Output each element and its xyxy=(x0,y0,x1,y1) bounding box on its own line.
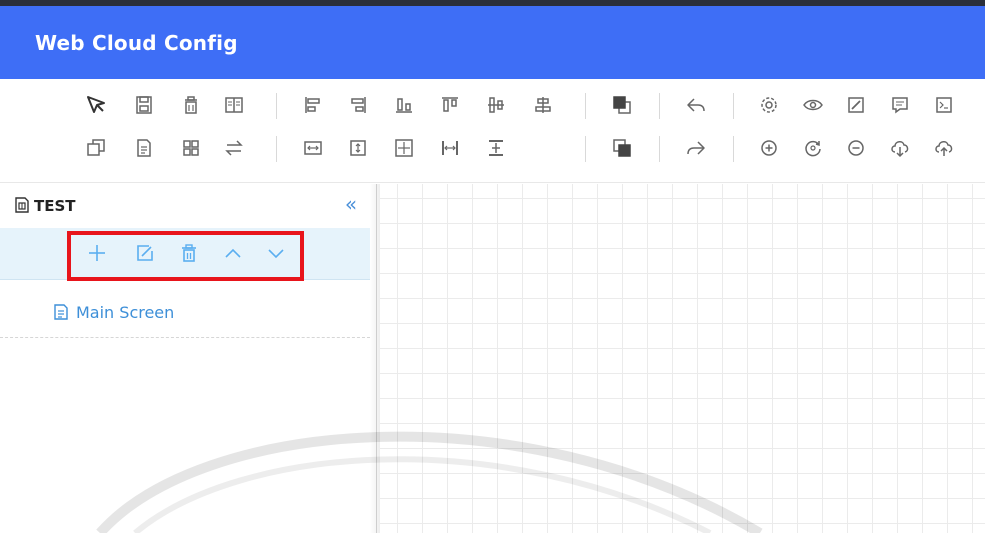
redo-icon[interactable] xyxy=(683,135,709,161)
screen-document-icon xyxy=(53,304,69,320)
sidebar-divider-shadow xyxy=(370,184,380,533)
highlight-box xyxy=(67,231,304,281)
send-to-back-icon[interactable] xyxy=(609,135,635,161)
book-icon[interactable] xyxy=(221,92,247,118)
distribute-vertical-icon[interactable] xyxy=(483,135,509,161)
align-right-icon[interactable] xyxy=(345,92,371,118)
toolbar xyxy=(0,79,985,183)
zoom-in-icon[interactable] xyxy=(756,135,782,161)
comment-icon[interactable] xyxy=(887,92,913,118)
align-top-icon[interactable] xyxy=(437,92,463,118)
settings-icon[interactable] xyxy=(756,92,782,118)
project-file-icon xyxy=(14,197,30,213)
undo-icon[interactable] xyxy=(683,92,709,118)
edit-icon[interactable] xyxy=(843,92,869,118)
project-name: TEST xyxy=(34,197,76,215)
swap-icon[interactable] xyxy=(221,135,247,161)
list-item-main-screen[interactable]: Main Screen xyxy=(0,294,370,338)
download-cloud-icon[interactable] xyxy=(887,135,913,161)
preview-eye-icon[interactable] xyxy=(800,92,826,118)
toolbar-divider xyxy=(276,136,277,162)
zoom-out-icon[interactable] xyxy=(843,135,869,161)
select-pointer-icon[interactable] xyxy=(83,92,109,118)
toolbar-divider xyxy=(733,93,734,119)
app-title: Web Cloud Config xyxy=(35,31,238,55)
save-icon[interactable] xyxy=(131,92,157,118)
project-sidebar: TEST « Main Screen xyxy=(0,184,377,533)
align-bottom-icon[interactable] xyxy=(391,92,417,118)
copy-icon[interactable] xyxy=(83,135,109,161)
same-height-icon[interactable] xyxy=(345,135,371,161)
toolbar-divider xyxy=(585,93,586,119)
toolbar-divider xyxy=(276,93,277,119)
delete-icon[interactable] xyxy=(178,92,204,118)
grid-icon[interactable] xyxy=(178,135,204,161)
collapse-sidebar-button[interactable]: « xyxy=(340,194,362,216)
upload-cloud-icon[interactable] xyxy=(931,135,957,161)
align-center-vertical-icon[interactable] xyxy=(483,92,509,118)
design-canvas[interactable] xyxy=(380,184,985,533)
toolbar-divider xyxy=(659,93,660,119)
screen-label: Main Screen xyxy=(76,303,175,322)
toolbar-divider xyxy=(733,136,734,162)
toolbar-divider xyxy=(659,136,660,162)
align-center-horizontal-icon[interactable] xyxy=(530,92,556,118)
align-left-icon[interactable] xyxy=(300,92,326,118)
same-size-icon[interactable] xyxy=(391,135,417,161)
sidebar-header: TEST « xyxy=(0,184,377,224)
terminal-icon[interactable] xyxy=(931,92,957,118)
same-width-icon[interactable] xyxy=(300,135,326,161)
rotate-icon[interactable] xyxy=(800,135,826,161)
distribute-horizontal-icon[interactable] xyxy=(437,135,463,161)
bring-to-front-icon[interactable] xyxy=(609,92,635,118)
app-header: Web Cloud Config xyxy=(0,0,985,79)
toolbar-divider xyxy=(585,136,586,162)
document-icon[interactable] xyxy=(131,135,157,161)
